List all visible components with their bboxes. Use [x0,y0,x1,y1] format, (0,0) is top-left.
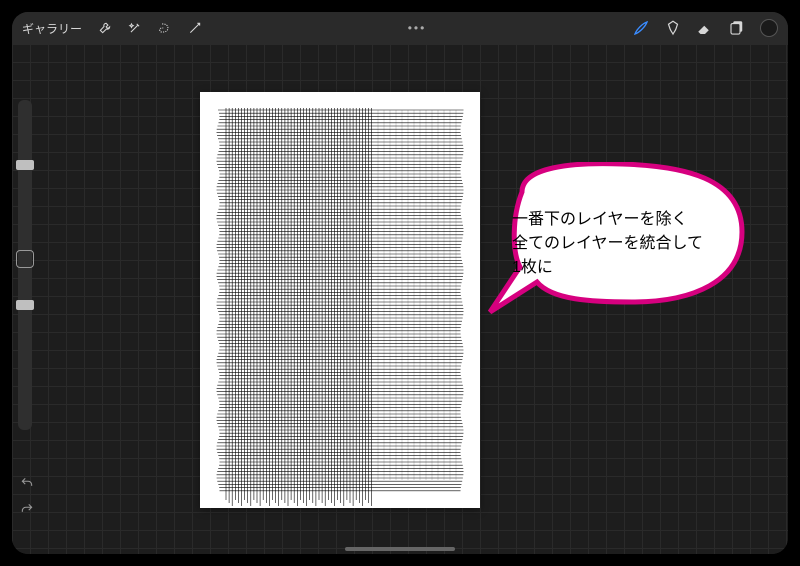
side-slider-panel [18,100,32,430]
brush-icon[interactable] [632,19,650,37]
color-picker-icon[interactable] [760,19,778,37]
home-indicator [345,547,455,551]
eraser-icon[interactable] [696,19,714,37]
selection-icon[interactable] [158,21,172,35]
wrench-icon[interactable] [98,21,112,35]
wand-icon[interactable] [128,21,142,35]
smudge-icon[interactable] [664,19,682,37]
layers-icon[interactable] [728,19,746,37]
toolbar-right-group [632,19,778,37]
drawing-canvas[interactable] [200,92,480,508]
opacity-slider[interactable] [16,300,34,310]
top-toolbar: ギャラリー ••• [12,12,788,44]
annotation-line: 一番下のレイヤーを除く [512,208,732,232]
undo-icon[interactable] [20,476,34,490]
annotation-line: 1枚に [512,256,732,280]
toolbar-left-group: ギャラリー [22,20,202,37]
toolbar-center: ••• [202,21,632,35]
canvas-workspace[interactable]: 一番下のレイヤーを除く 全てのレイヤーを統合して 1枚に [12,44,788,554]
transform-icon[interactable] [188,21,202,35]
modifier-button[interactable] [16,250,34,268]
brush-size-slider[interactable] [16,160,34,170]
app-window: ギャラリー ••• [12,12,788,554]
redo-icon[interactable] [20,502,34,516]
annotation-line: 全てのレイヤーを統合して [512,232,732,256]
gallery-button[interactable]: ギャラリー [22,20,82,37]
annotation-text: 一番下のレイヤーを除く 全てのレイヤーを統合して 1枚に [512,208,732,280]
modify-menu-icon[interactable]: ••• [408,21,427,35]
